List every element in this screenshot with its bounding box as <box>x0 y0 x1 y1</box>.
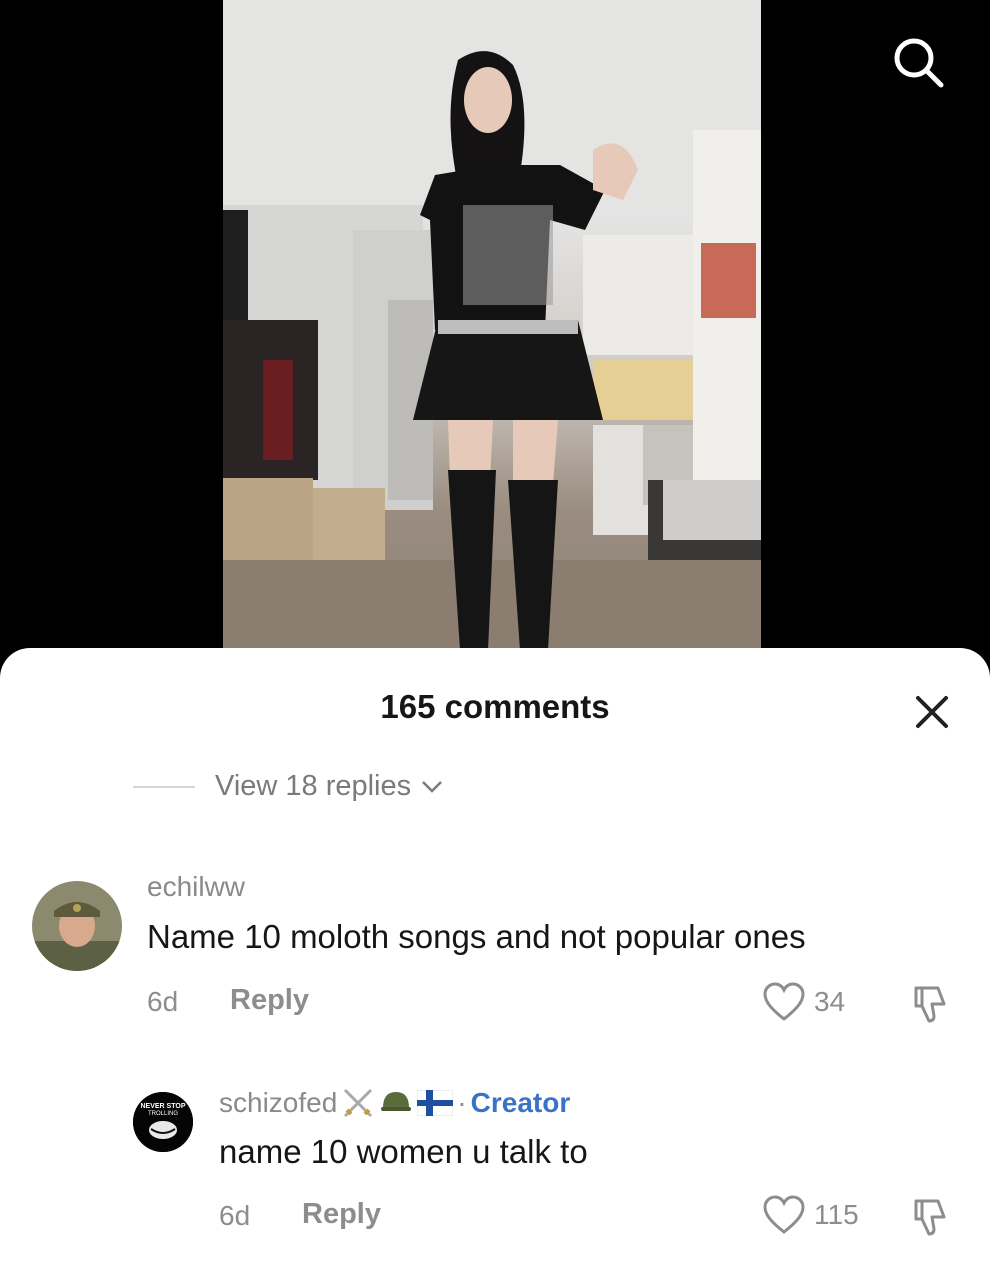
like-count: 115 <box>814 1199 859 1230</box>
view-replies-label: View 18 replies <box>215 770 412 802</box>
like-button[interactable]: 34 <box>762 982 845 1022</box>
avatar-image: NEVER STOP TROLLING <box>133 1092 193 1152</box>
search-icon <box>894 38 944 88</box>
reply-button[interactable]: Reply <box>230 984 309 1017</box>
like-button[interactable]: 115 <box>762 1195 859 1235</box>
reply-button[interactable]: Reply <box>302 1198 381 1231</box>
heart-icon <box>763 1195 805 1234</box>
heart-icon <box>763 982 805 1021</box>
avatar-text-line2: TROLLING <box>148 1111 178 1117</box>
comment-header: schizofed · Creator <box>219 1086 570 1120</box>
creator-separator: · <box>457 1087 467 1118</box>
comment-age: 6d <box>147 986 179 1017</box>
avatar[interactable]: NEVER STOP TROLLING <box>133 1092 193 1152</box>
comment-age: 6d <box>219 1200 251 1231</box>
comment-username[interactable]: echilww <box>147 871 245 903</box>
video-player[interactable] <box>0 0 990 680</box>
view-replies-button[interactable]: View 18 replies <box>215 770 443 803</box>
close-button[interactable] <box>912 692 952 732</box>
comment-username[interactable]: schizofed <box>219 1087 337 1119</box>
comments-count-title: 165 comments <box>380 688 610 725</box>
comments-sheet: 165 comments View 18 replies echilww Nam… <box>0 648 990 1280</box>
crossed-swords-icon <box>344 1088 373 1118</box>
creator-badge: Creator <box>470 1087 571 1118</box>
avatar[interactable] <box>32 881 122 971</box>
dislike-icon <box>914 986 946 1023</box>
search-button[interactable] <box>888 32 948 92</box>
comment-text: Name 10 moloth songs and not popular one… <box>147 918 806 955</box>
dislike-button[interactable] <box>908 982 952 1031</box>
chevron-down-icon <box>422 780 443 793</box>
military-helmet-icon <box>381 1092 412 1111</box>
like-count: 34 <box>814 986 846 1017</box>
comment-text: name 10 women u talk to <box>219 1133 588 1170</box>
finland-flag-icon <box>417 1090 454 1116</box>
video-still-image <box>223 0 761 680</box>
close-icon <box>916 696 948 728</box>
dislike-button[interactable] <box>908 1195 952 1244</box>
avatar-image <box>32 881 122 971</box>
thread-divider <box>133 786 195 788</box>
dislike-icon <box>914 1199 946 1236</box>
avatar-text-line1: NEVER STOP <box>141 1103 186 1110</box>
video-frame[interactable] <box>223 0 761 680</box>
